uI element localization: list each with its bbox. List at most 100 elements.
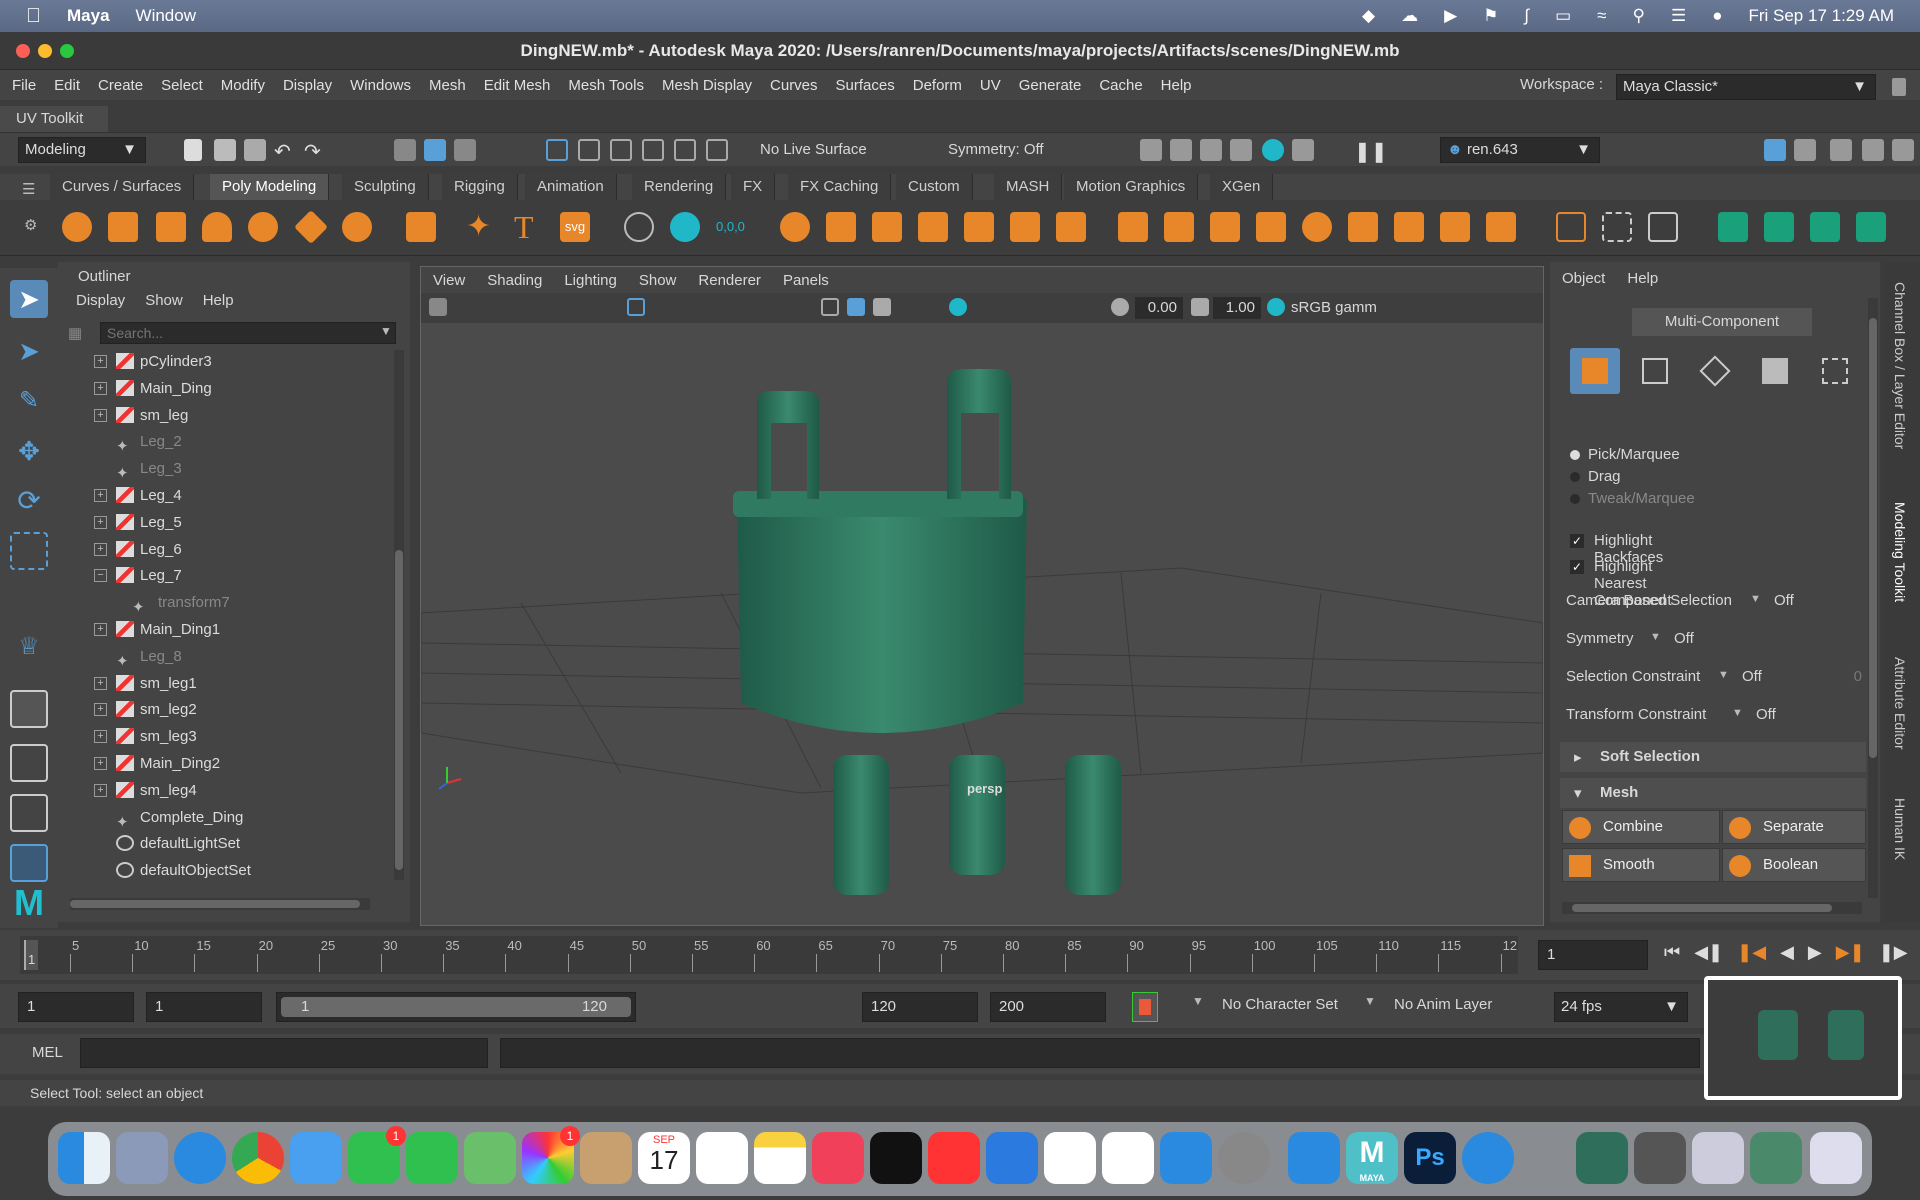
edit-edge-flow-icon[interactable] — [1648, 212, 1678, 242]
exposure-field[interactable]: 0.00 — [1135, 297, 1183, 319]
ding-model[interactable] — [733, 369, 1121, 895]
fill-hole-icon[interactable] — [1302, 212, 1332, 242]
vp-menu-show[interactable]: Show — [639, 272, 677, 289]
mash-icon[interactable] — [624, 212, 654, 242]
outliner-vscrollbar[interactable] — [394, 350, 404, 880]
expand-icon[interactable]: + — [94, 542, 107, 556]
super-shape-icon[interactable]: ✦ — [466, 212, 496, 242]
expand-icon[interactable]: + — [94, 757, 107, 770]
outliner-item[interactable]: ✦ Leg_2 — [58, 428, 388, 455]
facetime-icon[interactable]: 1 — [348, 1126, 406, 1184]
redo-icon[interactable]: ↷ — [304, 139, 326, 163]
symmetry-status[interactable]: Symmetry: Off — [948, 141, 1044, 158]
snap-grid-icon[interactable] — [546, 139, 568, 161]
menu-edit[interactable]: Edit — [54, 77, 80, 94]
separate-button[interactable]: Separate — [1722, 810, 1866, 844]
recent-window-4-icon[interactable] — [1750, 1132, 1802, 1184]
apple-tv-icon[interactable] — [870, 1132, 922, 1184]
tool-settings-toggle-icon[interactable] — [1830, 139, 1852, 161]
anim-layer-dropdown[interactable]: No Anim Layer — [1394, 996, 1492, 1013]
range-slider[interactable]: 1 120 — [276, 992, 636, 1022]
target-weld-icon[interactable] — [1602, 212, 1632, 242]
bluetooth-icon[interactable]: ∫ — [1524, 6, 1529, 26]
mtk-vscrollbar[interactable] — [1868, 298, 1878, 898]
messages-icon[interactable] — [406, 1132, 458, 1184]
reminders-icon[interactable] — [696, 1132, 748, 1184]
mtk-setting-row[interactable]: Selection Constraint ▼ Off 0 — [1566, 660, 1862, 698]
numbers-icon[interactable] — [1044, 1132, 1096, 1184]
make-hole-icon[interactable] — [1348, 212, 1378, 242]
snap-point-icon[interactable] — [610, 139, 632, 161]
lights-icon[interactable] — [949, 298, 967, 316]
platonic-solid-icon[interactable] — [406, 212, 436, 242]
siri-icon[interactable]: ● — [1712, 6, 1722, 26]
menu-surfaces[interactable]: Surfaces — [836, 77, 895, 94]
calendar-icon[interactable]: SEP 17 — [638, 1132, 690, 1184]
recent-window-1-icon[interactable] — [1576, 1132, 1628, 1184]
expand-icon[interactable]: + — [94, 408, 107, 422]
shelf-tab-custom[interactable]: Custom — [896, 174, 973, 200]
poly-cone-icon[interactable] — [202, 212, 232, 242]
live-surface-label[interactable]: No Live Surface — [760, 141, 867, 158]
human-ik-tab[interactable]: Human IK — [1892, 798, 1908, 860]
keynote-icon[interactable] — [986, 1132, 1038, 1184]
grid-toggle-icon[interactable] — [627, 298, 645, 316]
auto-key-icon[interactable] — [1132, 992, 1158, 1022]
fps-dropdown[interactable]: 24 fps ▼ — [1554, 992, 1688, 1022]
select-hierarchy-icon[interactable] — [394, 139, 416, 161]
pages-icon[interactable] — [1102, 1132, 1154, 1184]
gamma-field[interactable]: 1.00 — [1213, 297, 1261, 319]
music-icon[interactable] — [812, 1132, 864, 1184]
menu-set-dropdown[interactable]: Modeling ▼ — [18, 137, 146, 163]
photos-icon[interactable]: 1 — [522, 1126, 580, 1184]
separate-shelf-icon[interactable] — [826, 212, 856, 242]
go-to-start-icon[interactable]: ⏮ — [1664, 942, 1680, 963]
smooth-button[interactable]: Smooth — [1562, 848, 1720, 882]
combine-shelf-icon[interactable] — [780, 212, 810, 242]
time-ruler[interactable]: 5 10 15 20 25 30 35 40 45 50 55 60 65 70 75 80 85 90 95 100… — [20, 936, 1518, 974]
launchpad-icon[interactable] — [116, 1132, 168, 1184]
expand-icon[interactable]: + — [94, 703, 107, 717]
layer-editor-toggle-icon[interactable] — [1892, 139, 1914, 161]
poly-disc-icon[interactable] — [342, 212, 372, 242]
mtk-setting-row[interactable]: Transform Constraint ▼ Off — [1566, 698, 1862, 736]
combine-button[interactable]: Combine — [1562, 810, 1720, 844]
dropbox-icon[interactable]: ◆ — [1362, 6, 1375, 26]
textured-icon[interactable] — [873, 298, 891, 316]
menu-cache[interactable]: Cache — [1099, 77, 1142, 94]
play-backward-icon[interactable]: ◀ — [1780, 942, 1794, 963]
select-object-icon[interactable] — [424, 139, 446, 161]
uv-mode-icon[interactable] — [1810, 348, 1860, 394]
two-view-layout-icon[interactable] — [10, 794, 48, 832]
channel-box-toggle-icon[interactable] — [1862, 139, 1884, 161]
mesh-section-header[interactable]: ▾ Mesh — [1560, 778, 1866, 808]
outliner-item[interactable]: + sm_leg3 — [58, 723, 388, 750]
hypershade-icon[interactable] — [1262, 139, 1284, 161]
mel-label[interactable]: MEL — [32, 1044, 63, 1061]
planar-uv-icon[interactable] — [1718, 212, 1748, 242]
current-time-indicator[interactable]: 1 — [24, 940, 38, 970]
undo-icon[interactable]: ↶ — [274, 139, 296, 163]
exposure-icon[interactable] — [1111, 298, 1129, 316]
reduce-icon[interactable] — [964, 212, 994, 242]
mtk-menu-object[interactable]: Object — [1562, 270, 1605, 287]
colorspace-dropdown[interactable]: sRGB gamm — [1291, 297, 1381, 319]
camera-icon[interactable] — [429, 298, 447, 316]
face-mode-icon[interactable] — [1750, 348, 1800, 394]
poly-plane-icon[interactable] — [294, 210, 328, 244]
extract-icon[interactable] — [872, 212, 902, 242]
vp-menu-view[interactable]: View — [433, 272, 465, 289]
outliner-item[interactable]: + pCylinder3 — [58, 348, 388, 375]
lock-icon[interactable] — [1892, 78, 1906, 96]
mtk-setting-row[interactable]: Symmetry ▼ Off — [1566, 622, 1862, 660]
outliner-item[interactable]: + Leg_5 — [58, 509, 388, 536]
outliner-item[interactable]: + Main_Ding — [58, 375, 388, 402]
edge-mode-icon[interactable] — [1690, 348, 1740, 394]
gamma-icon[interactable] — [1191, 298, 1209, 316]
filter-icon[interactable]: ▦ — [68, 324, 82, 342]
expand-icon[interactable]: + — [94, 489, 107, 502]
outliner-item[interactable]: − Leg_7 — [58, 562, 388, 589]
automatic-uv-icon[interactable] — [1856, 212, 1886, 242]
snap-view-icon[interactable] — [642, 139, 664, 161]
apple-icon[interactable]:  — [26, 5, 41, 28]
